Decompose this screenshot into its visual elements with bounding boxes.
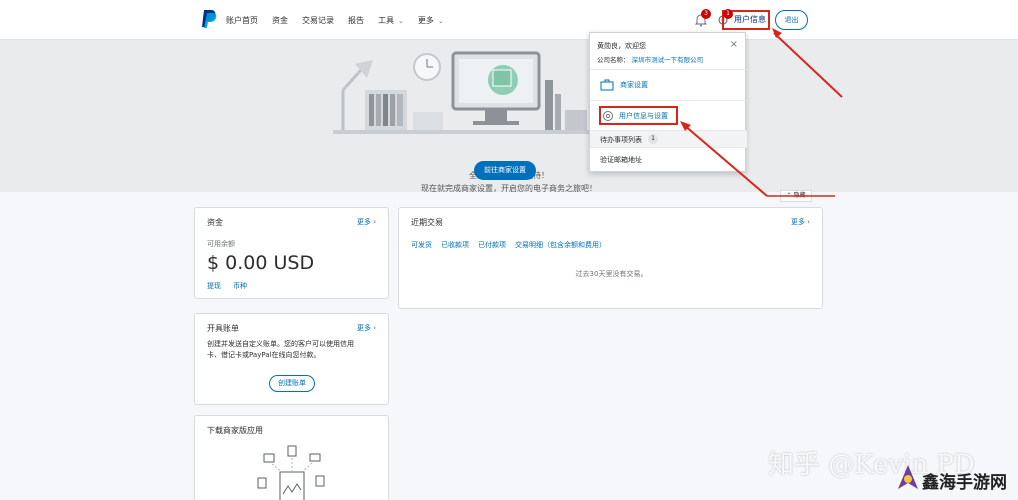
- site-logo-icon: [898, 465, 918, 489]
- site-name-watermark: 鑫海手游网: [922, 473, 1007, 493]
- arrow-head: [772, 28, 782, 38]
- annotation-arrows: [680, 28, 843, 197]
